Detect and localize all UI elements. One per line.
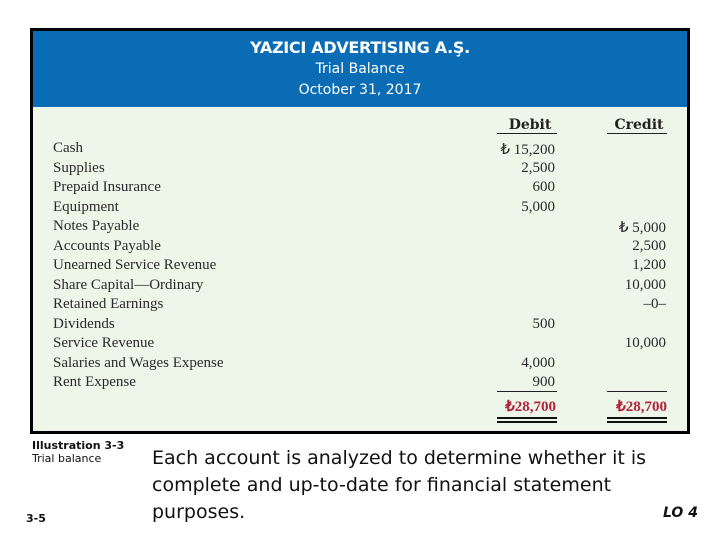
debit-double-rule <box>497 417 557 419</box>
credit-double-rule <box>607 417 667 419</box>
credit-total: ₺28,700 <box>616 399 667 415</box>
table-row: Dividends 500 <box>33 316 687 336</box>
table-row: Prepaid Insurance 600 <box>33 179 687 199</box>
credit-amount: 2,500 <box>632 237 666 254</box>
account-name: Retained Earnings <box>53 296 164 312</box>
debit-amount: 5,000 <box>521 198 555 215</box>
debit-amount: 500 <box>532 315 556 332</box>
statement-date: October 31, 2017 <box>298 82 422 98</box>
credit-column-header: Credit <box>614 117 664 133</box>
account-name: Prepaid Insurance <box>53 179 161 195</box>
table-row: Cash ₺ 15,200 <box>33 140 687 160</box>
table-header: YAZICI ADVERTISING A.Ş. Trial Balance Oc… <box>33 31 687 107</box>
account-name: Unearned Service Revenue <box>53 257 217 273</box>
credit-amount: 1,200 <box>632 257 666 273</box>
debit-sum-rule <box>497 391 557 392</box>
illustration-number: Illustration 3-3 <box>32 439 125 452</box>
table-row: Retained Earnings –0– <box>33 296 687 316</box>
debit-total: ₺28,700 <box>505 399 556 415</box>
table-row: Service Revenue 10,000 <box>33 335 687 355</box>
table-row: Share Capital—Ordinary 10,000 <box>33 277 687 297</box>
illustration-caption: Trial balance <box>32 452 102 465</box>
table-row: Notes Payable ₺ 5,000 <box>33 218 687 238</box>
account-name: Salaries and Wages Expense <box>53 354 224 371</box>
debit-amount: 600 <box>532 179 556 195</box>
table-row: Supplies 2,500 <box>33 160 687 180</box>
account-name: Notes Payable <box>53 218 140 234</box>
table-row: Unearned Service Revenue 1,200 <box>33 257 687 277</box>
debit-amount: 2,500 <box>521 159 555 176</box>
credit-amount: 10,000 <box>624 335 666 351</box>
statement-title: Trial Balance <box>315 61 405 77</box>
table-row: Rent Expense 900 <box>33 374 687 394</box>
account-name: Equipment <box>53 198 119 215</box>
company-name: YAZICI ADVERTISING A.Ş. <box>250 38 470 57</box>
debit-amount: 4,000 <box>521 354 555 371</box>
table-row: Salaries and Wages Expense 4,000 <box>33 355 687 375</box>
account-name: Supplies <box>53 159 105 176</box>
credit-sum-rule <box>607 391 667 392</box>
table-row: Equipment 5,000 <box>33 199 687 219</box>
account-name: Service Revenue <box>53 335 155 351</box>
body-text: Each account is analyzed to determine wh… <box>152 447 647 523</box>
credit-amount: 10,000 <box>624 276 666 293</box>
credit-double-rule <box>607 421 667 423</box>
credit-amount: ₺ 5,000 <box>618 220 666 236</box>
account-name: Accounts Payable <box>53 237 161 254</box>
credit-amount: –0– <box>643 296 667 312</box>
illustration-label: Illustration 3-3 Trial balance <box>32 439 124 465</box>
debit-amount: 900 <box>532 374 556 390</box>
learning-objective: LO 4 <box>663 505 698 521</box>
table-row: Accounts Payable 2,500 <box>33 238 687 258</box>
debit-amount: ₺ 15,200 <box>500 142 555 158</box>
debit-column-header: Debit <box>508 117 552 133</box>
account-name: Rent Expense <box>53 374 136 390</box>
credit-header-rule <box>607 133 667 134</box>
slide-number: 3-5 <box>26 512 46 525</box>
account-name: Share Capital—Ordinary <box>53 276 204 293</box>
account-name: Cash <box>53 140 83 156</box>
debit-header-rule <box>497 133 557 134</box>
debit-double-rule <box>497 421 557 423</box>
trial-balance-table: YAZICI ADVERTISING A.Ş. Trial Balance Oc… <box>30 28 690 434</box>
account-name: Dividends <box>53 315 115 332</box>
